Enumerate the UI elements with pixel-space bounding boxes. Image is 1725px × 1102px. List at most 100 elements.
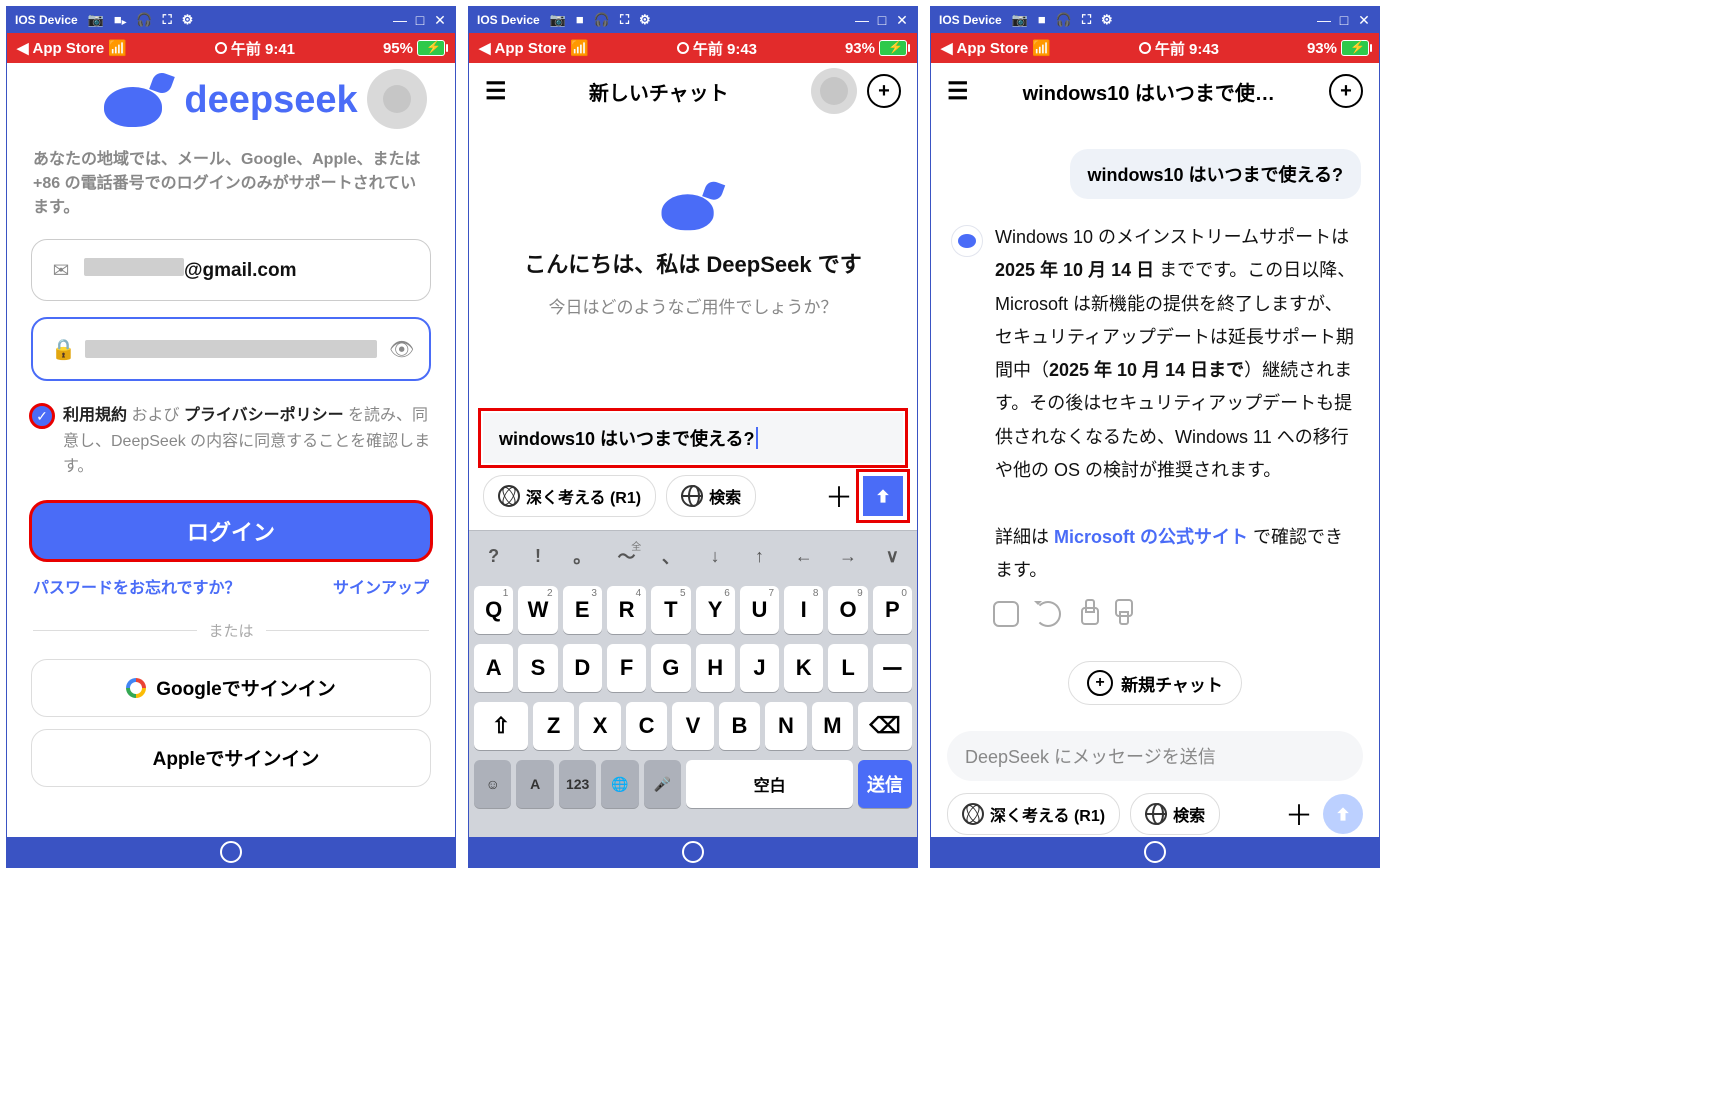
send-button[interactable] xyxy=(1323,794,1363,834)
close-button[interactable]: ✕ xyxy=(1357,12,1371,29)
new-chat-icon[interactable]: + xyxy=(867,74,901,108)
minimize-button[interactable]: — xyxy=(393,12,407,29)
key-E[interactable]: E3 xyxy=(563,586,602,634)
maximize-button[interactable]: □ xyxy=(413,12,427,29)
key-G[interactable]: G xyxy=(651,644,690,692)
key-A[interactable]: A xyxy=(474,644,513,692)
ios-keyboard[interactable]: ?!。〜全、↓↑←→∨ Q1W2E3R4T5Y6U7I8O9P0 ASDFGHJ… xyxy=(469,530,917,837)
attach-button[interactable]: ＋ xyxy=(1285,794,1313,834)
camera-icon[interactable]: 📷 xyxy=(88,12,104,28)
gear-icon[interactable]: ⚙ xyxy=(1101,12,1113,28)
key-J[interactable]: J xyxy=(740,644,779,692)
key-N[interactable]: N xyxy=(765,702,806,750)
back-app-label[interactable]: App Store xyxy=(33,40,105,57)
key-123[interactable]: 123 xyxy=(559,760,596,808)
key-H[interactable]: H xyxy=(696,644,735,692)
gear-icon[interactable]: ⚙ xyxy=(182,12,194,28)
key-→[interactable]: → xyxy=(828,536,867,576)
key-C[interactable]: C xyxy=(626,702,667,750)
send-button[interactable] xyxy=(863,476,903,516)
home-button[interactable] xyxy=(682,841,704,863)
google-signin-button[interactable]: Googleでサインイン xyxy=(31,659,431,717)
maximize-button[interactable]: □ xyxy=(1337,12,1351,29)
key-T[interactable]: T5 xyxy=(651,586,690,634)
forgot-password-link[interactable]: パスワードをお忘れですか？ xyxy=(33,574,241,598)
email-field[interactable]: ✉ @gmail.com xyxy=(31,239,431,301)
key-、[interactable]: 、 xyxy=(651,536,690,576)
key-F[interactable]: F xyxy=(607,644,646,692)
key-🎤[interactable]: 🎤 xyxy=(644,760,681,808)
eye-icon[interactable]: 👁 xyxy=(389,337,411,362)
home-button[interactable] xyxy=(1144,841,1166,863)
key-Q[interactable]: Q1 xyxy=(474,586,513,634)
headset-icon[interactable]: 🎧 xyxy=(594,12,610,28)
key-⌫[interactable]: ⌫ xyxy=(858,702,912,750)
maximize-button[interactable]: □ xyxy=(875,12,889,29)
close-button[interactable]: ✕ xyxy=(433,12,447,29)
copy-icon[interactable] xyxy=(993,601,1019,627)
headset-icon[interactable]: 🎧 xyxy=(1056,12,1072,28)
fullscreen-icon[interactable]: ⛶ xyxy=(163,12,172,28)
key-☺[interactable]: ☺ xyxy=(474,760,511,808)
attach-button[interactable]: ＋ xyxy=(825,476,853,516)
signup-link[interactable]: サインアップ xyxy=(333,574,429,598)
video-icon[interactable]: ■ xyxy=(576,12,584,28)
key-O[interactable]: O9 xyxy=(828,586,867,634)
key-←[interactable]: ← xyxy=(784,536,823,576)
key-B[interactable]: B xyxy=(719,702,760,750)
gear-icon[interactable]: ⚙ xyxy=(639,12,651,28)
key-X[interactable]: X xyxy=(579,702,620,750)
deep-think-chip[interactable]: 深く考える (R1) xyxy=(947,793,1120,835)
minimize-button[interactable]: — xyxy=(855,12,869,29)
fullscreen-icon[interactable]: ⛶ xyxy=(620,12,629,28)
key-R[interactable]: R4 xyxy=(607,586,646,634)
key-S[interactable]: S xyxy=(518,644,557,692)
key-。[interactable]: 。 xyxy=(563,536,602,576)
key-W[interactable]: W2 xyxy=(518,586,557,634)
camera-icon[interactable]: 📷 xyxy=(550,12,566,28)
key-M[interactable]: M xyxy=(812,702,853,750)
composer-input[interactable]: DeepSeek にメッセージを送信 xyxy=(947,731,1363,781)
key-![interactable]: ! xyxy=(518,536,557,576)
key-P[interactable]: P0 xyxy=(873,586,912,634)
key-L[interactable]: L xyxy=(828,644,867,692)
regenerate-icon[interactable] xyxy=(1035,601,1061,627)
menu-button[interactable]: ☰ xyxy=(947,77,969,106)
key-🌐[interactable]: 🌐 xyxy=(601,760,638,808)
minimize-button[interactable]: — xyxy=(1317,12,1331,29)
key-⇧[interactable]: ⇧ xyxy=(474,702,528,750)
deep-think-chip[interactable]: 深く考える (R1) xyxy=(483,475,656,517)
thumbs-down-icon[interactable] xyxy=(1115,601,1137,623)
key-D[interactable]: D xyxy=(563,644,602,692)
new-chat-icon[interactable]: + xyxy=(1329,74,1363,108)
key-ー[interactable]: ー xyxy=(873,644,912,692)
key-Y[interactable]: Y6 xyxy=(696,586,735,634)
new-chat-button[interactable]: + 新規チャット xyxy=(1068,661,1242,705)
key-送信[interactable]: 送信 xyxy=(858,760,912,808)
camera-icon[interactable]: 📷 xyxy=(1012,12,1028,28)
password-field[interactable]: 🔒 👁 xyxy=(31,317,431,381)
menu-button[interactable]: ☰ xyxy=(485,77,507,106)
video-icon[interactable]: ■ xyxy=(1038,12,1046,28)
web-search-chip[interactable]: 検索 xyxy=(666,475,756,517)
key-Z[interactable]: Z xyxy=(533,702,574,750)
back-caret-icon[interactable]: ◀ xyxy=(479,39,491,57)
ms-official-link[interactable]: Microsoft の公式サイト xyxy=(1054,527,1248,547)
key-↑[interactable]: ↑ xyxy=(740,536,779,576)
thumbs-up-icon[interactable] xyxy=(1077,601,1099,623)
close-button[interactable]: ✕ xyxy=(895,12,909,29)
prompt-input[interactable]: windows10 はいつまで使える? xyxy=(483,413,903,463)
web-search-chip[interactable]: 検索 xyxy=(1130,793,1220,835)
headset-icon[interactable]: 🎧 xyxy=(136,12,152,28)
terms-checkbox[interactable]: ✓ xyxy=(31,405,53,427)
home-button[interactable] xyxy=(220,841,242,863)
key-?[interactable]: ? xyxy=(474,536,513,576)
key-U[interactable]: U7 xyxy=(740,586,779,634)
key-↓[interactable]: ↓ xyxy=(696,536,735,576)
key-〜[interactable]: 〜全 xyxy=(607,536,646,576)
back-caret-icon[interactable]: ◀ xyxy=(941,39,953,57)
back-caret-icon[interactable]: ◀ xyxy=(17,39,29,57)
login-button[interactable]: ログイン xyxy=(31,502,431,560)
fullscreen-icon[interactable]: ⛶ xyxy=(1082,12,1091,28)
video-icon[interactable]: ■▶ xyxy=(114,12,126,28)
